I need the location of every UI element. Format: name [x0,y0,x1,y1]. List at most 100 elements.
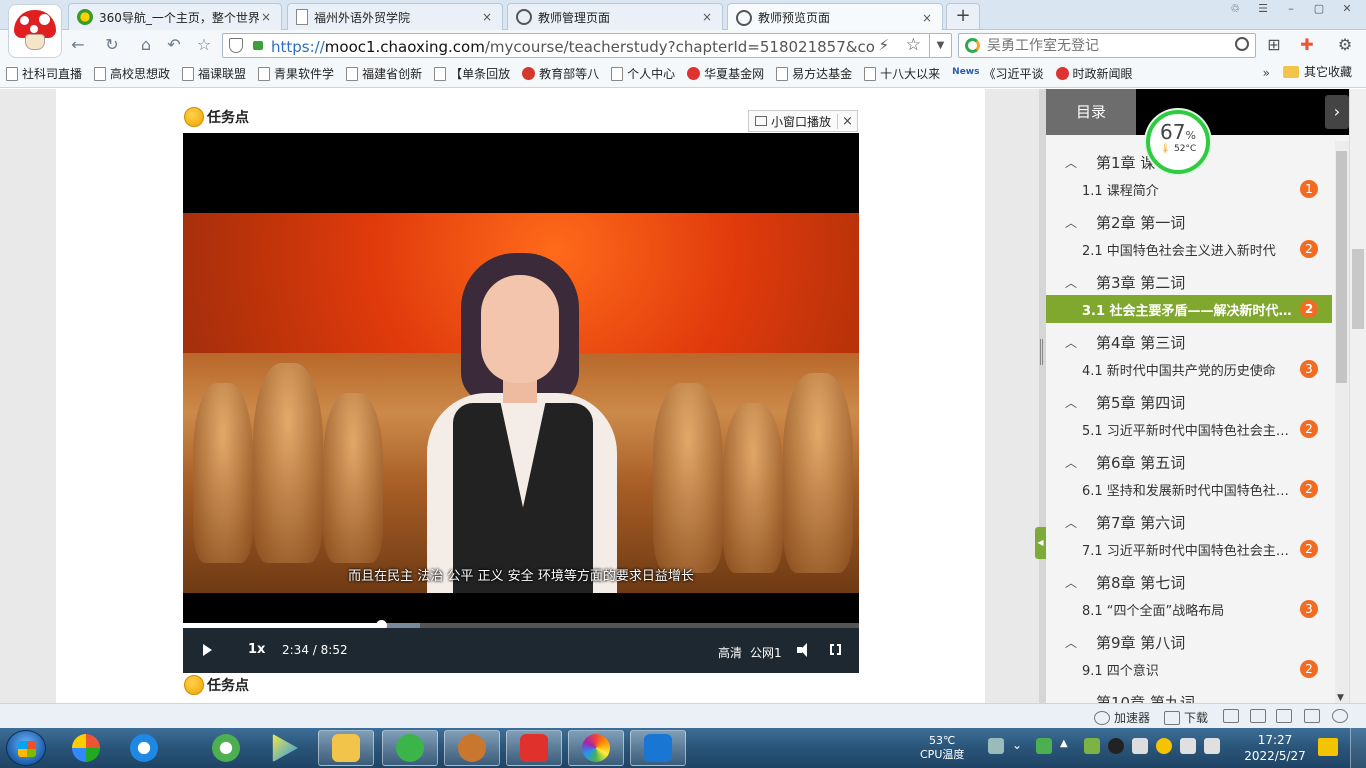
chevron-up-icon[interactable]: ︿ [1046,154,1096,171]
bookmark-star-icon[interactable]: ☆ [906,35,921,55]
trash-icon[interactable] [1250,709,1270,723]
other-bookmarks-folder[interactable]: 其它收藏 [1282,63,1352,80]
toc-chapter[interactable]: ︿ 第8章 第七词 [1046,567,1332,597]
security-icon[interactable] [1084,738,1100,754]
browser-logo[interactable] [8,4,62,58]
tray-arrow-icon[interactable]: ⌄ [1012,738,1028,754]
toc-chapter[interactable]: ︿ 第7章 第六词 [1046,507,1332,537]
bookmark-item[interactable]: 教育部等八 [522,65,599,82]
start-button[interactable] [6,730,46,766]
quality-button[interactable]: 高清 [718,644,742,661]
volume-tray-icon[interactable] [1204,738,1220,754]
menu-icon[interactable]: ☰ [1252,0,1274,18]
playback-speed-button[interactable]: 1x [248,642,265,657]
toc-chapter[interactable]: ︿ 第10章 第九词 [1046,687,1332,704]
taskbar-app-player[interactable] [256,730,312,766]
minimize-button[interactable]: – [1280,0,1302,18]
toc-section[interactable]: 1.1 课程简介 1 [1046,175,1332,203]
tools-icon[interactable]: ⚙ [1334,34,1356,56]
bookmark-item[interactable]: News 《习近平谈 [952,65,1043,82]
chevron-up-icon[interactable]: ︿ [1046,574,1096,591]
zoom-icon[interactable] [1332,709,1352,723]
tab-360-nav[interactable]: 360导航_一个主页，整个世界 × [68,3,282,30]
show-desktop-button[interactable] [1350,728,1366,768]
sound-icon[interactable] [1276,709,1296,723]
page-scrollbar[interactable] [1349,89,1366,703]
taskbar-app-wps[interactable] [506,730,562,766]
chevron-up-icon[interactable]: ︿ [1046,274,1096,291]
chevron-up-icon[interactable]: ︿ [1046,454,1096,471]
url-text[interactable]: https://mooc1.chaoxing.com/mycourse/teac… [271,38,876,56]
tab-teacher-manage[interactable]: 教师管理页面 × [507,3,723,30]
toc-chapter[interactable]: ︿ 第6章 第五词 [1046,447,1332,477]
video-frame[interactable] [183,213,859,593]
scroll-thumb[interactable] [1336,151,1347,383]
chevron-up-icon[interactable]: ︿ [1046,694,1096,704]
extensions-icon[interactable]: ⊞ [1263,34,1285,56]
shield-icon[interactable] [229,38,243,53]
toc-collapse-button[interactable]: ◀ [1035,527,1046,559]
toc-scrollbar[interactable]: ▼ [1335,141,1349,703]
lightning-icon[interactable]: ⚡ [878,36,889,54]
close-icon[interactable]: × [259,10,273,24]
toc-chapter[interactable]: ︿ 第3章 第二词 [1046,267,1332,297]
skin-icon[interactable]: ♲ [1224,0,1246,18]
chevron-up-icon[interactable]: ︿ [1046,334,1096,351]
maximize-button[interactable]: ▢ [1308,0,1330,18]
toc-section[interactable]: 8.1 “四个全面”战略布局 3 [1046,595,1332,623]
close-window-button[interactable]: ✕ [1336,0,1358,18]
bookmark-item[interactable]: 青果软件学 [258,65,334,82]
bookmark-item[interactable]: 十八大以来 [864,65,940,82]
taskbar-app-apps[interactable] [630,730,686,766]
toc-section[interactable]: 9.1 四个意识 2 [1046,655,1332,683]
panel-splitter[interactable] [1039,89,1046,703]
bookmark-item[interactable]: 易方达基金 [776,65,852,82]
scroll-thumb[interactable] [1352,249,1364,329]
chevron-up-icon[interactable]: ︿ [1046,394,1096,411]
mini-window-button[interactable]: 小窗口播放 × [748,110,858,132]
toc-chapter[interactable]: ︿ 第9章 第八词 [1046,627,1332,657]
taskbar-app-monkey[interactable] [444,730,500,766]
fullscreen-icon[interactable] [830,643,841,656]
flag-icon[interactable] [1180,738,1196,754]
toc-section-active[interactable]: 3.1 社会主要矛盾——解决新时代社会主要矛盾2 [1046,295,1332,323]
system-clock[interactable]: 17:27 2022/5/27 [1240,732,1310,764]
toc-section[interactable]: 4.1 新时代中国共产党的历史使命 3 [1046,355,1332,383]
bookmark-item[interactable]: 社科司直播 [6,65,82,82]
chevron-down-icon[interactable]: ▼ [929,34,951,57]
close-icon[interactable]: × [920,11,934,25]
toc-section[interactable]: 7.1 习近平新时代中国特色社会主义思想 2 [1046,535,1332,563]
performance-gauge[interactable]: 67% 🌡 52°C [1146,110,1210,174]
cpu-temperature[interactable]: 53℃ CPU温度 [920,728,964,768]
address-bar[interactable]: https://mooc1.chaoxing.com/mycourse/teac… [222,33,952,58]
search-icon[interactable] [1235,37,1249,51]
notification-icon[interactable] [1318,738,1338,756]
bookmark-item[interactable]: 高校思想政 [94,65,170,82]
accelerator-button[interactable]: 加速器 [1094,709,1150,726]
undo-icon[interactable]: ↶ [162,34,186,56]
back-icon[interactable]: ← [66,34,90,56]
toc-chapter[interactable]: ︿ 第2章 第一词 [1046,207,1332,237]
tray-up-icon[interactable]: ▲ [1060,738,1076,754]
chevron-up-icon[interactable]: ︿ [1046,214,1096,231]
taskbar-app-explorer[interactable] [318,730,374,766]
taskbar-app-wechat[interactable] [382,730,438,766]
new-tab-button[interactable]: + [946,3,980,29]
bookmark-item[interactable]: 【单条回放 [434,65,510,82]
network-icon[interactable] [1132,738,1148,754]
bookmark-item[interactable]: 时政新闻眼 [1055,65,1133,82]
chevron-up-icon[interactable]: ︿ [1046,634,1096,651]
download-button[interactable]: 下载 [1164,709,1208,726]
bookmarks-overflow-button[interactable]: » [1263,66,1270,80]
toc-next-button[interactable]: › [1325,95,1349,129]
volume-icon[interactable] [797,643,813,657]
qq-icon[interactable] [1108,738,1124,754]
video-player[interactable]: 而且在民主 法治 公平 正义 安全 环境等方面的要求日益增长 1x 2:34 /… [183,133,859,673]
bookmark-item[interactable]: 福建省创新 [346,65,422,82]
tab-fzfu[interactable]: 福州外语外贸学院 × [287,3,503,30]
input-method-icon[interactable] [1156,738,1172,754]
close-icon[interactable]: × [480,10,494,24]
bookmark-item[interactable]: 个人中心 [611,65,675,82]
window-icon[interactable] [1304,709,1324,723]
favorite-icon[interactable]: ☆ [192,34,216,56]
